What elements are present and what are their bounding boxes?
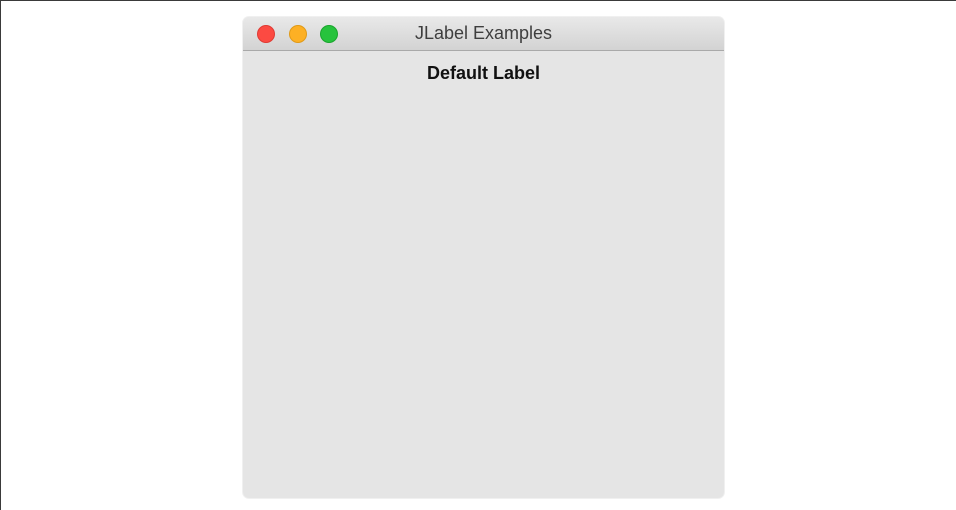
zoom-button[interactable] [320, 25, 338, 43]
window-content: Default Label [243, 51, 724, 498]
minimize-button[interactable] [289, 25, 307, 43]
title-bar[interactable]: JLabel Examples [243, 17, 724, 51]
close-button[interactable] [257, 25, 275, 43]
default-label: Default Label [426, 63, 541, 83]
frame-top-border [0, 0, 956, 1]
app-window: JLabel Examples Default Label [243, 17, 724, 498]
window-title: JLabel Examples [414, 23, 553, 43]
frame-left-border [0, 0, 1, 510]
page: JLabel Examples Default Label [0, 0, 956, 510]
